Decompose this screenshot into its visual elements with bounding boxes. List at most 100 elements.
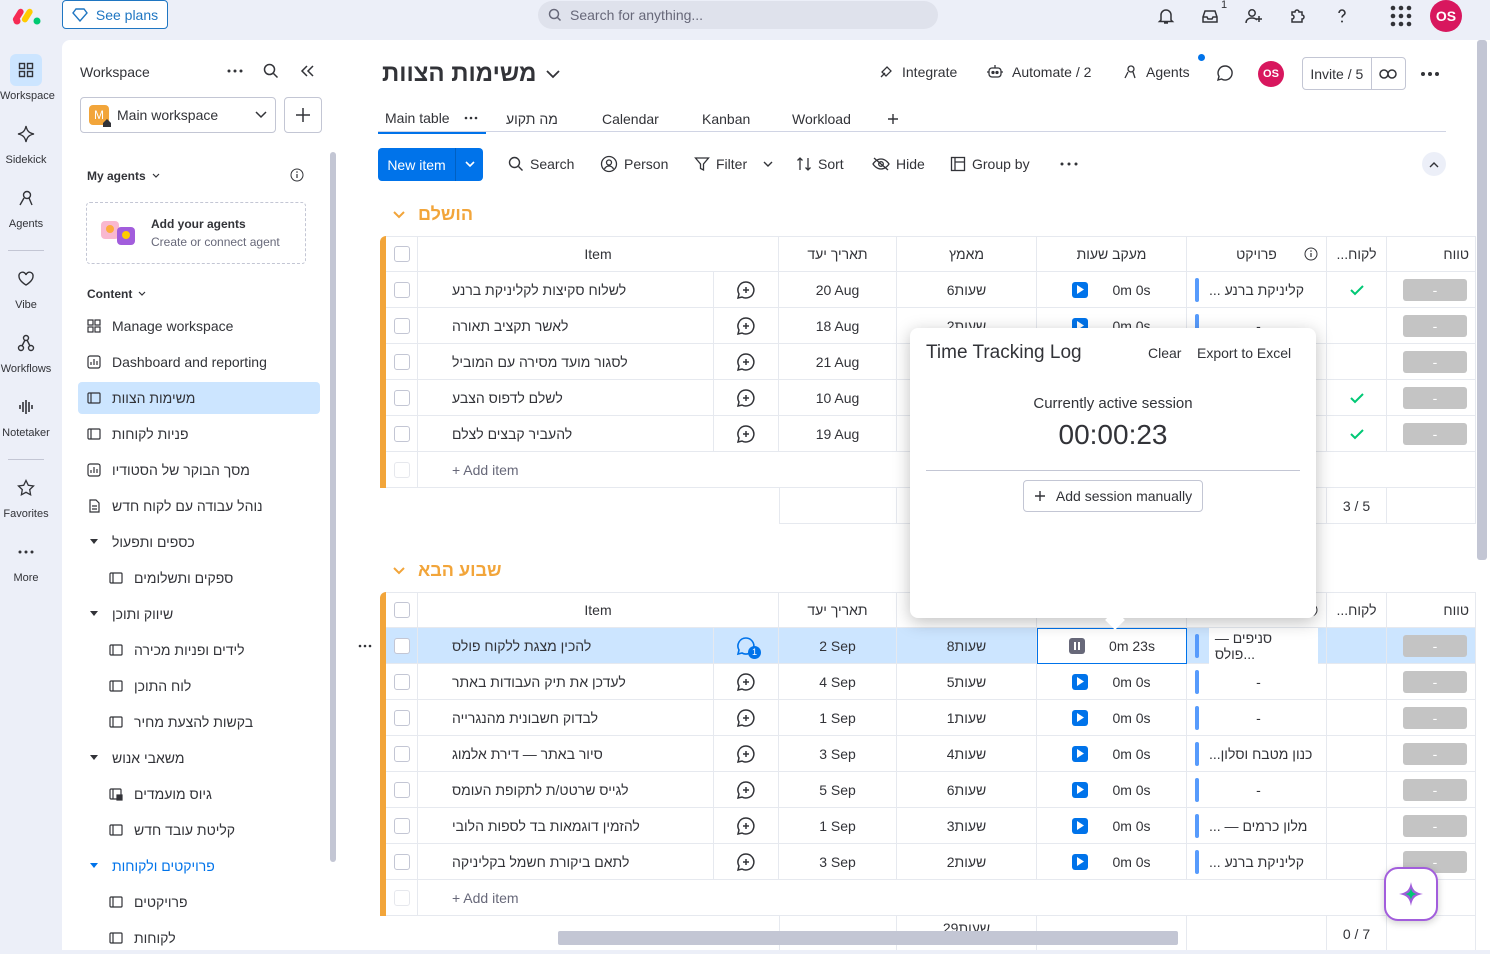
add-update-icon[interactable] bbox=[736, 280, 756, 300]
add-item-label[interactable]: + Add item bbox=[452, 462, 519, 478]
status-cell[interactable]: - bbox=[1387, 628, 1476, 664]
due-date-cell[interactable]: 21 Aug bbox=[779, 344, 897, 380]
project-cell[interactable]: סניפים — פולס... bbox=[1187, 627, 1327, 664]
column-header-status[interactable]: טווח bbox=[1387, 236, 1476, 272]
item-name[interactable]: סיור באתר — דירת אלמוג bbox=[452, 746, 603, 762]
row-checkbox[interactable] bbox=[393, 781, 410, 798]
status-cell[interactable]: - bbox=[1387, 772, 1476, 808]
item-name[interactable]: לגייס שרטט/ת לתקופת העומס bbox=[452, 782, 629, 798]
effort-cell[interactable]: 6שעות bbox=[897, 772, 1037, 808]
due-date-cell[interactable]: 18 Aug bbox=[779, 308, 897, 344]
updates-cell[interactable] bbox=[714, 700, 779, 736]
status-pill[interactable]: - bbox=[1403, 278, 1467, 301]
item-name-cell[interactable]: לשלם לדפוס הצבע bbox=[418, 380, 714, 416]
add-update-icon[interactable] bbox=[736, 316, 756, 336]
toolbar-more-icon[interactable] bbox=[1060, 148, 1078, 180]
column-header-project[interactable]: פרויקט bbox=[1187, 236, 1327, 272]
content-header[interactable]: Content bbox=[87, 287, 146, 301]
workspace-selector[interactable]: M Main workspace bbox=[80, 97, 276, 133]
updates-cell[interactable] bbox=[714, 272, 779, 308]
status-cell[interactable]: - bbox=[1387, 308, 1476, 344]
play-icon[interactable] bbox=[1072, 709, 1089, 726]
updates-cell[interactable] bbox=[714, 664, 779, 700]
sidebar-item[interactable]: בקשות להצעת מחיר bbox=[100, 706, 320, 738]
horizontal-scrollbar[interactable] bbox=[558, 931, 1178, 945]
column-header-item[interactable]: Item bbox=[418, 236, 779, 272]
inbox-icon[interactable] bbox=[1198, 4, 1222, 28]
sidebar-item[interactable]: קליטת עובד חדש bbox=[100, 814, 320, 846]
add-button[interactable] bbox=[284, 97, 322, 133]
item-name[interactable]: להכין מצגת ללקוח פולס bbox=[452, 638, 591, 654]
item-name[interactable]: להעביר קבצים לצלם bbox=[452, 426, 572, 442]
item-name[interactable]: לשלוח סקיצות לקליניקת ברנע bbox=[452, 282, 626, 298]
export-excel-button[interactable]: Export to Excel bbox=[1197, 345, 1291, 361]
app-grid-icon[interactable] bbox=[1388, 4, 1414, 28]
tab-workload[interactable]: Workload bbox=[792, 104, 851, 134]
item-name-cell[interactable]: לבדוק חשבונית מהנגרייה bbox=[418, 700, 714, 736]
sidebar-item[interactable]: כספים ותפעול bbox=[78, 526, 320, 558]
my-agents-header[interactable]: My agents bbox=[87, 169, 160, 183]
due-date-cell[interactable]: 3 Sep bbox=[779, 736, 897, 772]
sidebar-item[interactable]: משאבי אנוש bbox=[78, 742, 320, 774]
rail-favorites[interactable]: Favorites bbox=[0, 472, 52, 520]
status-cell[interactable]: - bbox=[1387, 344, 1476, 380]
integrate-button[interactable]: Integrate bbox=[878, 64, 957, 80]
due-date-cell[interactable]: 19 Aug bbox=[779, 416, 897, 452]
collapse-sidebar-icon[interactable] bbox=[298, 62, 316, 80]
column-header-item[interactable]: Item bbox=[418, 592, 779, 628]
status-pill[interactable]: - bbox=[1403, 778, 1467, 801]
status-pill[interactable]: - bbox=[1403, 634, 1467, 657]
item-name-cell[interactable]: לשלוח סקיצות לקליניקת ברנע bbox=[418, 272, 714, 308]
rail-workspace[interactable]: Workspace bbox=[0, 54, 55, 102]
column-header-client[interactable]: ...לקוח bbox=[1327, 592, 1387, 628]
client-cell[interactable] bbox=[1327, 416, 1387, 452]
column-header-status[interactable]: טווח bbox=[1387, 592, 1476, 628]
row-checkbox[interactable] bbox=[393, 709, 410, 726]
add-update-icon[interactable] bbox=[736, 708, 756, 728]
row-checkbox[interactable] bbox=[393, 281, 410, 298]
item-name[interactable]: לבדוק חשבונית מהנגרייה bbox=[452, 710, 598, 726]
rail-vibe[interactable]: Vibe bbox=[0, 263, 52, 311]
play-icon[interactable] bbox=[1072, 817, 1089, 834]
client-cell[interactable] bbox=[1327, 700, 1387, 736]
play-icon[interactable] bbox=[1072, 673, 1089, 690]
row-checkbox[interactable] bbox=[393, 673, 410, 690]
add-update-icon[interactable] bbox=[736, 816, 756, 836]
rail-more[interactable]: More bbox=[0, 536, 52, 584]
row-checkbox[interactable] bbox=[393, 389, 410, 406]
column-header-time-tracking[interactable]: מעקב שעות bbox=[1037, 236, 1187, 272]
add-update-icon[interactable] bbox=[736, 352, 756, 372]
item-name-cell[interactable]: להכין מצגת ללקוח פולס bbox=[418, 628, 714, 664]
automate-button[interactable]: Automate / 2 bbox=[986, 64, 1091, 80]
column-header-due-date[interactable]: תאריך יעד bbox=[779, 592, 897, 628]
board-owner-avatar[interactable]: OS bbox=[1258, 61, 1284, 87]
agents-button[interactable]: Agents bbox=[1122, 64, 1190, 80]
sidebar-item[interactable]: נוהל עבודה עם לקוח חדש bbox=[78, 490, 320, 522]
status-cell[interactable]: - bbox=[1387, 736, 1476, 772]
effort-cell[interactable]: 4שעות bbox=[897, 736, 1037, 772]
item-name[interactable]: לתאם ביקורת חשמל בקליניקה bbox=[452, 854, 629, 870]
client-cell[interactable] bbox=[1327, 308, 1387, 344]
updates-cell[interactable] bbox=[714, 844, 779, 880]
play-icon[interactable] bbox=[1072, 781, 1089, 798]
item-name-cell[interactable]: להעביר קבצים לצלם bbox=[418, 416, 714, 452]
board-more-icon[interactable] bbox=[1420, 66, 1440, 82]
client-cell[interactable] bbox=[1327, 664, 1387, 700]
client-cell[interactable] bbox=[1327, 272, 1387, 308]
person-filter-button[interactable]: Person bbox=[600, 148, 668, 180]
tab-calendar[interactable]: Calendar bbox=[602, 104, 659, 134]
effort-cell[interactable]: 1שעות bbox=[897, 700, 1037, 736]
see-plans-button[interactable]: See plans bbox=[62, 0, 168, 29]
add-view-icon[interactable] bbox=[887, 104, 899, 134]
global-search-input[interactable]: Search for anything... bbox=[538, 1, 938, 29]
due-date-cell[interactable]: 10 Aug bbox=[779, 380, 897, 416]
status-pill[interactable]: - bbox=[1403, 706, 1467, 729]
more-dots-icon[interactable] bbox=[464, 116, 478, 120]
updates-cell[interactable] bbox=[714, 772, 779, 808]
row-checkbox[interactable] bbox=[393, 817, 410, 834]
item-name-cell[interactable]: להזמין דוגמאות בד לספות הלובי bbox=[418, 808, 714, 844]
add-update-icon[interactable] bbox=[736, 672, 756, 692]
item-name[interactable]: להזמין דוגמאות בד לספות הלובי bbox=[452, 818, 640, 834]
chat-bubble-icon[interactable] bbox=[1216, 64, 1234, 82]
status-pill[interactable]: - bbox=[1403, 422, 1467, 445]
